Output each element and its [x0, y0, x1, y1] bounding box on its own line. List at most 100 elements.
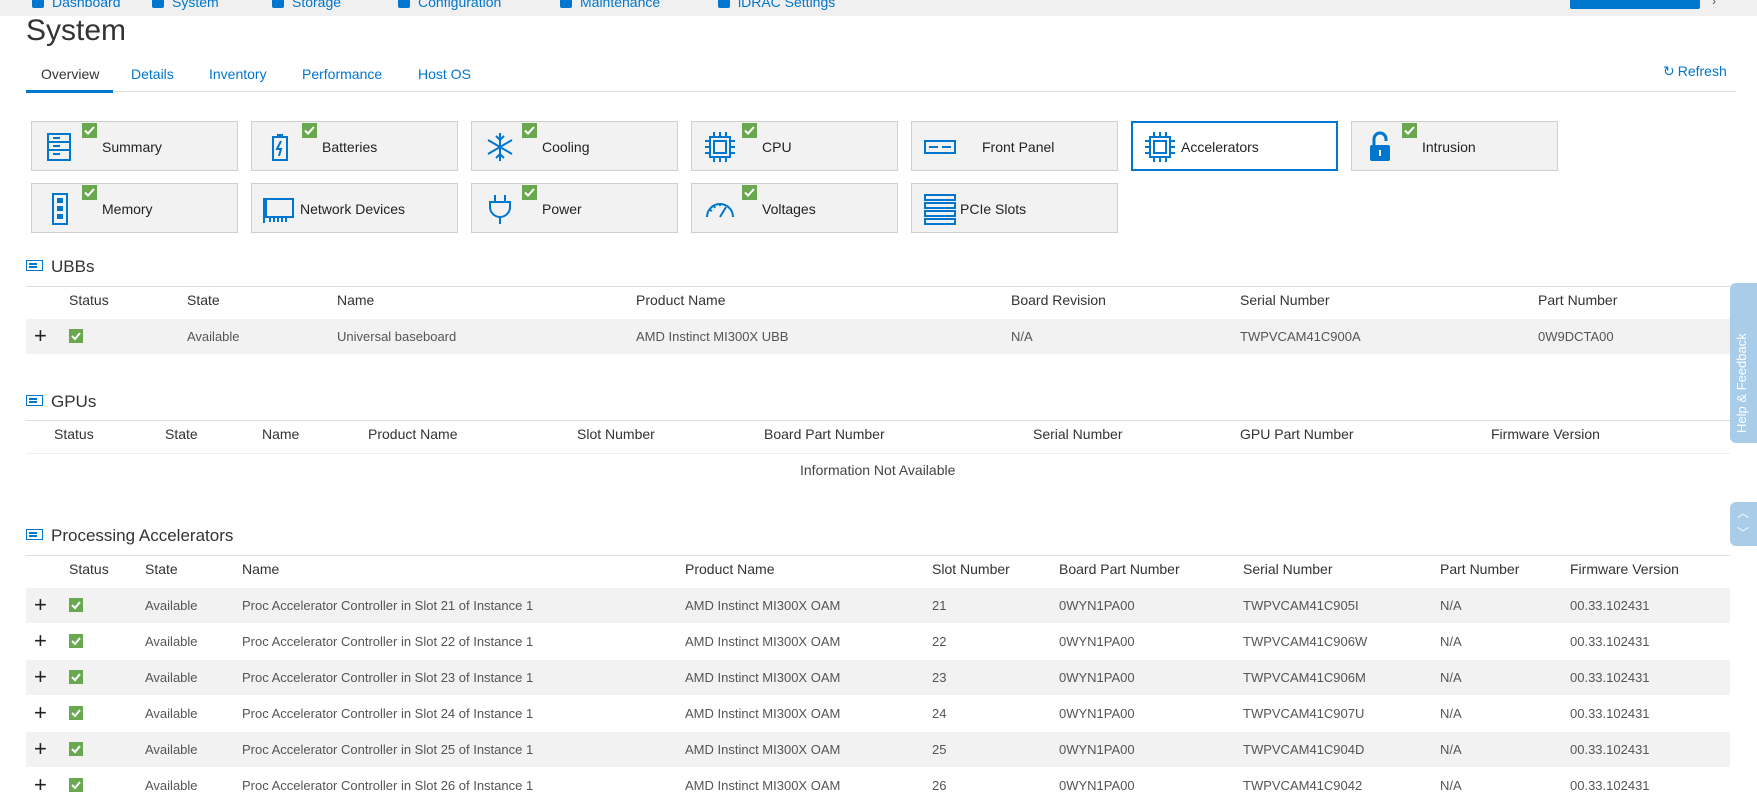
board-part-cell: 0WYN1PA00: [1059, 778, 1135, 793]
tab-details[interactable]: Details: [131, 66, 174, 82]
expand-row-icon[interactable]: +: [34, 666, 47, 688]
tile-cooling[interactable]: Cooling: [471, 121, 678, 171]
expand-row-icon[interactable]: +: [34, 325, 47, 347]
serial-cell: TWPVCAM41C906W: [1243, 634, 1368, 649]
collapse-section-icon: [26, 395, 43, 407]
expand-row-icon[interactable]: +: [34, 738, 47, 760]
collapse-section-icon: [26, 260, 43, 272]
maintenance-icon: [560, 0, 572, 9]
snowflake-icon: [487, 133, 513, 161]
column-header: Product Name: [368, 426, 458, 442]
board-part-cell: 0WYN1PA00: [1059, 634, 1135, 649]
tile-label: Cooling: [542, 139, 590, 155]
tile-label: Front Panel: [982, 139, 1055, 155]
tab-performance[interactable]: Performance: [302, 66, 382, 82]
divider: [26, 453, 1730, 454]
nav-dashboard[interactable]: Dashboard: [32, 0, 121, 10]
firmware-cell: 00.33.102431: [1570, 706, 1650, 721]
firmware-cell: 00.33.102431: [1570, 598, 1650, 613]
group-manager-button[interactable]: [1570, 0, 1700, 9]
tile-network-devices[interactable]: Network Devices: [251, 183, 458, 233]
scroll-up-icon[interactable]: ︿: [1737, 504, 1749, 521]
refresh-button[interactable]: ↻ Refresh: [1663, 63, 1727, 80]
tile-accelerators[interactable]: Accelerators: [1131, 121, 1338, 171]
tile-power[interactable]: Power: [471, 183, 678, 233]
nav-label: Configuration: [418, 0, 502, 10]
name-cell: Universal baseboard: [337, 329, 457, 344]
name-cell: Proc Accelerator Controller in Slot 22 o…: [242, 634, 534, 649]
status-ok-icon: [1402, 123, 1417, 138]
nav-label: System: [172, 0, 219, 10]
nav-label: Storage: [292, 0, 342, 10]
column-header: Part Number: [1440, 561, 1520, 577]
expand-row-icon[interactable]: +: [34, 774, 47, 796]
tile-summary[interactable]: Summary: [31, 121, 238, 171]
help-feedback-tab[interactable]: Help & Feedback: [1730, 283, 1757, 443]
chevron-right-icon[interactable]: ›: [1712, 0, 1716, 8]
revision-cell: N/A: [1011, 329, 1033, 344]
state-cell: Available: [145, 634, 198, 649]
column-header: Product Name: [685, 561, 775, 577]
name-cell: Proc Accelerator Controller in Slot 24 o…: [242, 706, 534, 721]
column-header: Name: [337, 292, 375, 308]
accelerator-chip-icon: [1145, 132, 1175, 162]
status-ok-icon: [69, 778, 83, 792]
status-ok-icon: [69, 670, 83, 684]
status-ok-icon: [69, 742, 83, 756]
column-header: Serial Number: [1240, 292, 1330, 308]
name-cell: Proc Accelerator Controller in Slot 26 o…: [242, 778, 534, 793]
firmware-cell: 00.33.102431: [1570, 742, 1650, 757]
system-icon: [152, 0, 164, 9]
scroll-down-icon[interactable]: ﹀: [1737, 524, 1749, 541]
product-cell: AMD Instinct MI300X OAM: [685, 742, 841, 757]
tile-batteries[interactable]: Batteries: [251, 121, 458, 171]
status-ok-icon: [522, 185, 537, 200]
tile-label: Network Devices: [300, 201, 406, 217]
tab-inventory[interactable]: Inventory: [209, 66, 267, 82]
tile-label: CPU: [762, 139, 792, 155]
tab-overview[interactable]: Overview: [41, 66, 99, 82]
state-cell: Available: [145, 706, 198, 721]
section-title: UBBs: [51, 257, 95, 276]
tile-memory[interactable]: Memory: [31, 183, 238, 233]
gauge-icon: [706, 203, 734, 218]
tile-label: Batteries: [322, 139, 378, 155]
board-part-cell: 0WYN1PA00: [1059, 706, 1135, 721]
section-gpus[interactable]: GPUs: [26, 392, 96, 412]
top-navigation: Dashboard System Storage Configuration M…: [0, 0, 1757, 16]
table-row: + Available Proc Accelerator Controller …: [26, 732, 1730, 767]
nav-label: Maintenance: [580, 0, 661, 10]
column-header: Name: [242, 561, 280, 577]
nav-maintenance[interactable]: Maintenance: [560, 0, 660, 10]
tile-label: Voltages: [762, 201, 816, 217]
nav-configuration[interactable]: Configuration: [398, 0, 501, 10]
board-part-cell: 0WYN1PA00: [1059, 742, 1135, 757]
expand-row-icon[interactable]: +: [34, 702, 47, 724]
nav-system[interactable]: System: [152, 0, 219, 10]
tile-label: Intrusion: [1422, 139, 1476, 155]
tile-intrusion[interactable]: Intrusion: [1351, 121, 1558, 171]
tile-cpu[interactable]: CPU: [691, 121, 898, 171]
expand-row-icon[interactable]: +: [34, 594, 47, 616]
tile-front-panel[interactable]: Front Panel: [911, 121, 1118, 171]
home-icon: [32, 0, 44, 9]
tile-voltages[interactable]: Voltages: [691, 183, 898, 233]
tab-host-os[interactable]: Host OS: [418, 66, 471, 82]
state-cell: Available: [145, 742, 198, 757]
slot-cell: 26: [932, 778, 947, 793]
board-part-cell: 0WYN1PA00: [1059, 670, 1135, 685]
product-cell: AMD Instinct MI300X OAM: [685, 598, 841, 613]
section-processing-accelerators[interactable]: Processing Accelerators: [26, 526, 233, 546]
column-header: Board Part Number: [764, 426, 885, 442]
power-plug-icon: [489, 195, 511, 224]
tile-pcie-slots[interactable]: PCIe Slots: [911, 183, 1118, 233]
configuration-icon: [398, 0, 410, 9]
status-ok-icon: [69, 634, 83, 648]
column-header: Slot Number: [577, 426, 655, 442]
nav-idrac-settings[interactable]: iDRAC Settings: [718, 0, 835, 10]
nav-storage[interactable]: Storage: [272, 0, 341, 10]
tab-bar: Overview Details Inventory Performance H…: [26, 56, 1736, 93]
expand-row-icon[interactable]: +: [34, 630, 47, 652]
column-header: Status: [54, 426, 94, 442]
section-ubbs[interactable]: UBBs: [26, 257, 94, 277]
